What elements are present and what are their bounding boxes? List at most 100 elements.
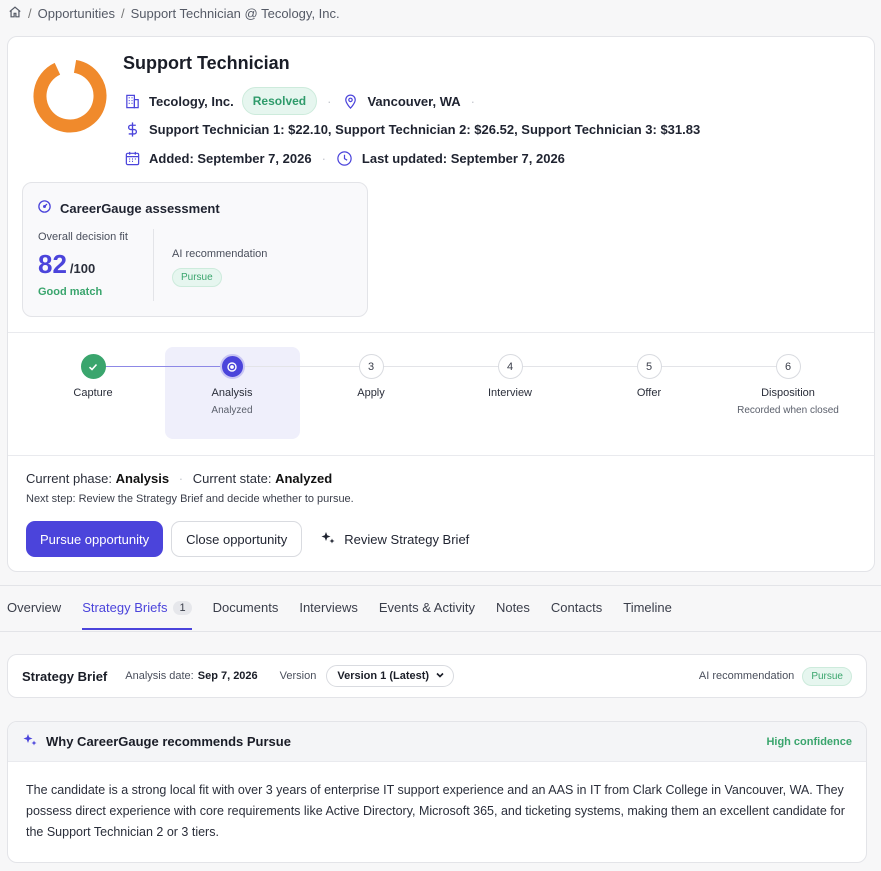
phase-value: Analysis: [115, 471, 170, 486]
step-label: Disposition: [761, 387, 815, 399]
step-sublabel: Recorded when closed: [737, 405, 839, 416]
tab-events-activity[interactable]: Events & Activity: [379, 600, 475, 629]
why-title: Why CareerGauge recommends Pursue: [46, 734, 291, 749]
review-brief-label: Review Strategy Brief: [344, 531, 470, 547]
step-number: 5: [636, 354, 662, 379]
separator-dot: ·: [470, 93, 476, 109]
ai-recommendation-label: AI recommendation: [172, 248, 268, 260]
step-label: Offer: [636, 387, 662, 399]
clock-icon: [336, 149, 354, 167]
updated-date: Last updated: September 7, 2026: [361, 150, 565, 166]
step-analysis[interactable]: Analysis Analyzed: [162, 354, 302, 416]
state-label: Current state:: [192, 471, 272, 486]
sparkles-icon: [320, 530, 336, 549]
assessment-title: CareerGauge assessment: [60, 200, 220, 216]
brief-rec-label: AI recommendation: [698, 670, 795, 682]
tab-label: Strategy Briefs: [82, 600, 168, 615]
location: Vancouver, WA: [367, 93, 461, 109]
pursue-button[interactable]: Pursue opportunity: [26, 521, 164, 557]
divider: [153, 229, 154, 301]
separator-dot: ·: [321, 150, 326, 166]
close-opportunity-button[interactable]: Close opportunity: [171, 521, 303, 557]
tab-label: Overview: [7, 600, 62, 615]
fit-label: Overall decision fit: [38, 231, 128, 243]
tab-contacts[interactable]: Contacts: [551, 600, 602, 629]
version-value: Version 1 (Latest): [337, 670, 430, 682]
sparkles-icon: [22, 732, 38, 751]
match-label: Good match: [38, 286, 103, 298]
step-interview[interactable]: 4 Interview: [440, 354, 580, 399]
company-name[interactable]: Tecology, Inc.: [149, 94, 234, 109]
company-logo: [28, 54, 112, 138]
tab-overview[interactable]: Overview: [7, 600, 61, 629]
tab-bar: Overview Strategy Briefs 1 Documents Inte…: [7, 600, 672, 630]
tab-label: Notes: [495, 600, 530, 615]
building-icon: [123, 92, 141, 110]
assessment-header: CareerGauge assessment: [37, 199, 220, 217]
assessment-panel: CareerGauge assessment Overall decision …: [22, 182, 368, 317]
breadcrumb-separator: /: [120, 5, 125, 21]
phase-stepper: Capture Analysis Analyzed 3 Apply 4 Inte…: [8, 333, 874, 455]
tab-label: Contacts: [550, 600, 603, 615]
dates-row: Added: September 7, 2026 · Last updated:…: [123, 149, 565, 167]
step-number: 6: [775, 354, 801, 379]
status-badge: Resolved: [241, 87, 318, 115]
added-date: Added: September 7, 2026: [149, 150, 312, 166]
check-icon: [80, 354, 106, 379]
salary-row: Support Technician 1: $22.10, Support Te…: [123, 120, 700, 138]
step-number: 4: [497, 354, 523, 379]
step-label: Capture: [73, 387, 113, 399]
analysis-date-value: Sep 7, 2026: [197, 670, 258, 682]
location-pin-icon: [341, 92, 359, 110]
tab-timeline[interactable]: Timeline: [623, 600, 672, 629]
version-select[interactable]: Version 1 (Latest): [326, 665, 455, 687]
analysis-date-label: Analysis date:: [125, 670, 194, 682]
review-brief-button[interactable]: Review Strategy Brief: [310, 521, 479, 557]
step-label: Analysis: [211, 387, 253, 399]
current-phase: Current phase: Analysis · Current state:…: [26, 471, 332, 486]
step-offer[interactable]: 5 Offer: [579, 354, 719, 399]
tab-label: Events & Activity: [378, 600, 475, 615]
tab-strategy-briefs[interactable]: Strategy Briefs 1: [82, 600, 192, 630]
breadcrumb-opportunities[interactable]: Opportunities: [38, 6, 115, 21]
next-step: Next step: Review the Strategy Brief and…: [26, 493, 354, 505]
strategy-brief-bar: Strategy Brief Analysis date: Sep 7, 202…: [7, 654, 867, 698]
tab-label: Timeline: [623, 600, 672, 615]
tab-label: Interviews: [299, 600, 358, 615]
tab-interviews[interactable]: Interviews: [299, 600, 358, 629]
salary-text: Support Technician 1: $22.10, Support Te…: [149, 121, 701, 137]
breadcrumb-separator: /: [28, 5, 32, 21]
current-step-icon: [219, 354, 245, 379]
step-number: 3: [358, 354, 384, 379]
page-title: Support Technician: [123, 53, 290, 73]
score-max: /100: [69, 261, 96, 276]
divider: [0, 585, 881, 586]
separator-dot: ·: [327, 93, 332, 109]
divider: [0, 631, 881, 632]
step-disposition[interactable]: 6 Disposition Recorded when closed: [718, 354, 858, 416]
phase-label: Current phase:: [26, 471, 112, 486]
why-recommendation-panel: Why CareerGauge recommends Pursue High c…: [7, 721, 867, 863]
step-capture[interactable]: Capture: [23, 354, 163, 399]
brief-recommendation: AI recommendation Pursue: [698, 666, 852, 686]
breadcrumb: / Opportunities / Support Technician @ T…: [8, 4, 340, 22]
separator-dot: ·: [178, 471, 184, 486]
score-value: 82: [38, 249, 67, 279]
home-icon[interactable]: [8, 5, 22, 22]
step-label: Interview: [487, 387, 533, 399]
step-apply[interactable]: 3 Apply: [301, 354, 441, 399]
tab-notes[interactable]: Notes: [496, 600, 530, 629]
tab-documents[interactable]: Documents: [213, 600, 279, 629]
tab-count-badge: 1: [173, 600, 192, 615]
why-header: Why CareerGauge recommends Pursue High c…: [8, 722, 866, 762]
company-row: Tecology, Inc. Resolved · Vancouver, WA …: [123, 87, 485, 115]
brief-rec-badge: Pursue: [802, 666, 852, 686]
tab-label: Documents: [212, 600, 279, 615]
chevron-down-icon: [435, 670, 445, 683]
version-label: Version: [279, 670, 317, 682]
action-buttons: Pursue opportunity Close opportunity Rev…: [26, 521, 479, 557]
divider: [8, 455, 874, 456]
calendar-icon: [123, 149, 141, 167]
gauge-icon: [37, 199, 52, 217]
breadcrumb-current: Support Technician @ Tecology, Inc.: [130, 5, 340, 21]
